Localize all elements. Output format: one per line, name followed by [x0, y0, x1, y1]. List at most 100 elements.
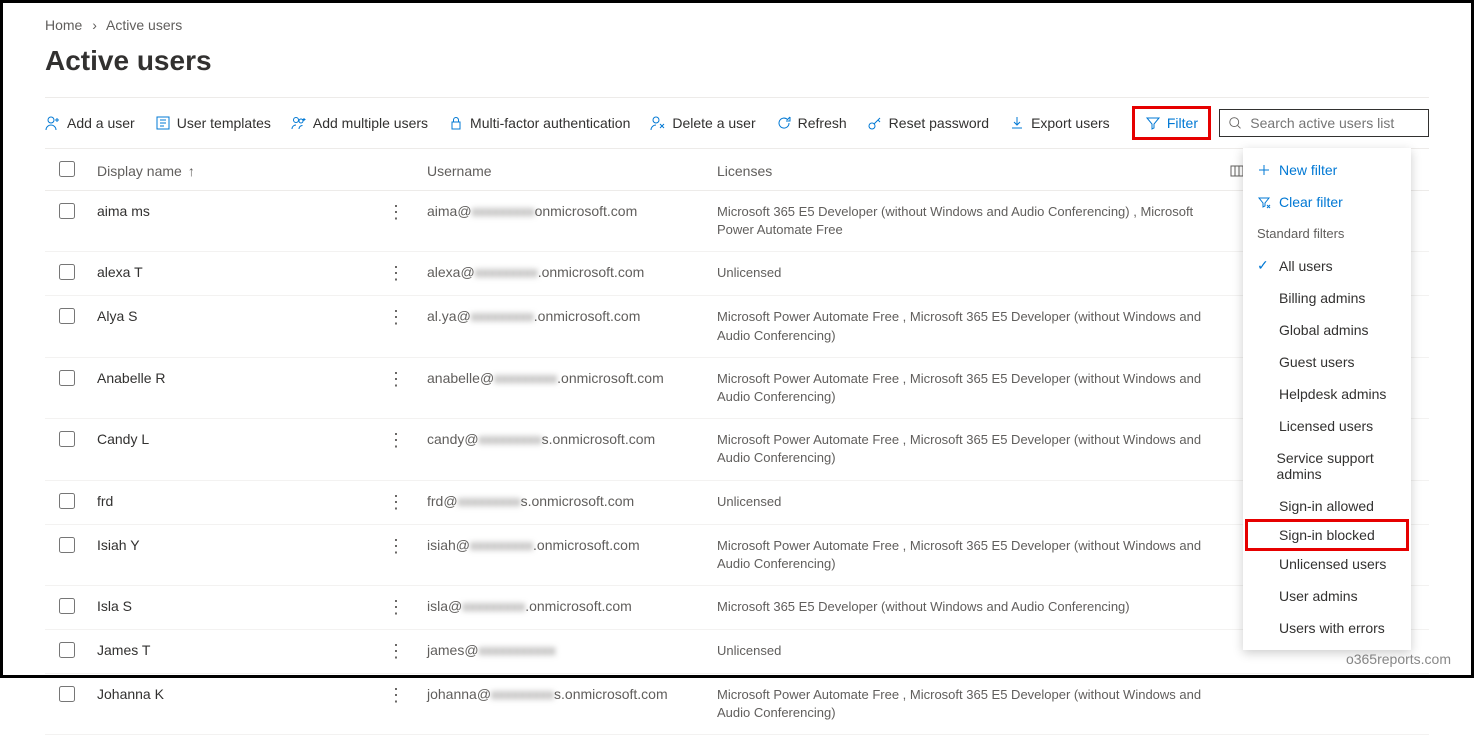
licenses-cell: Microsoft 365 E5 Developer (without Wind… — [717, 203, 1229, 239]
licenses-cell: Microsoft Power Automate Free , Microsof… — [717, 537, 1229, 573]
table-row[interactable]: aima ms⋮ aima@xxxxxxxxxonmicrosoft.comMic… — [45, 191, 1429, 252]
select-all-checkbox[interactable] — [59, 161, 75, 177]
col-username[interactable]: Username — [427, 163, 717, 179]
filter-option[interactable]: Global admins — [1243, 314, 1411, 346]
row-checkbox[interactable] — [59, 431, 75, 447]
row-checkbox[interactable] — [59, 493, 75, 509]
licenses-cell: Microsoft Power Automate Free , Microsof… — [717, 308, 1229, 344]
more-actions-button[interactable]: ⋮ — [387, 536, 405, 556]
sort-asc-icon: ↑ — [188, 163, 195, 179]
row-checkbox[interactable] — [59, 642, 75, 658]
display-name-cell: aima ms — [97, 203, 387, 219]
filter-option[interactable]: Users with errors — [1243, 612, 1411, 644]
reset-password-button[interactable]: Reset password — [867, 115, 989, 131]
table-row[interactable]: Candy L⋮candy@xxxxxxxxxs.onmicrosoft.com… — [45, 419, 1429, 480]
command-bar: Add a user User templates Add multiple u… — [45, 97, 1429, 149]
export-users-button[interactable]: Export users — [1009, 115, 1110, 131]
username-cell: isla@xxxxxxxxx.onmicrosoft.com — [427, 598, 717, 614]
user-templates-label: User templates — [177, 115, 271, 131]
display-name-cell: Anabelle R — [97, 370, 387, 386]
row-checkbox[interactable] — [59, 203, 75, 219]
more-actions-button[interactable]: ⋮ — [387, 492, 405, 512]
table-row[interactable]: Anabelle R⋮ anabelle@xxxxxxxxx.onmicrosof… — [45, 358, 1429, 419]
download-icon — [1009, 115, 1025, 131]
filter-option[interactable]: ✓All users — [1243, 249, 1411, 282]
filter-option[interactable]: Guest users — [1243, 346, 1411, 378]
table-row[interactable]: James T⋮james@xxxxxxxxxxxUnlicensed — [45, 630, 1429, 674]
filter-option[interactable]: Service support admins — [1243, 442, 1411, 490]
key-icon — [867, 115, 883, 131]
licenses-cell: Microsoft Power Automate Free , Microsof… — [717, 686, 1229, 722]
add-multiple-label: Add multiple users — [313, 115, 428, 131]
row-checkbox[interactable] — [59, 370, 75, 386]
table-row[interactable]: Isiah Y⋮isiah@xxxxxxxxx.onmicrosoft.comM… — [45, 525, 1429, 586]
username-cell: aima@xxxxxxxxxonmicrosoft.com — [427, 203, 717, 219]
username-cell: johanna@xxxxxxxxxs.onmicrosoft.com — [427, 686, 717, 702]
row-checkbox[interactable] — [59, 537, 75, 553]
table-row[interactable]: Johanna K⋮johanna@xxxxxxxxxs.onmicrosoft… — [45, 674, 1429, 735]
templates-icon — [155, 115, 171, 131]
username-cell: anabelle@xxxxxxxxx.onmicrosoft.com — [427, 370, 717, 386]
table-row[interactable]: Alya S⋮al.ya@xxxxxxxxx.onmicrosoft.comMi… — [45, 296, 1429, 357]
more-actions-button[interactable]: ⋮ — [387, 430, 405, 450]
clear-filter-button[interactable]: Clear filter — [1243, 186, 1411, 218]
licenses-cell: Microsoft Power Automate Free , Microsof… — [717, 431, 1229, 467]
mfa-button[interactable]: Multi-factor authentication — [448, 115, 630, 131]
row-checkbox[interactable] — [59, 598, 75, 614]
delete-user-label: Delete a user — [672, 115, 755, 131]
licenses-cell: Microsoft Power Automate Free , Microsof… — [717, 370, 1229, 406]
add-user-label: Add a user — [67, 115, 135, 131]
filter-option[interactable]: Sign-in blocked — [1245, 519, 1409, 551]
check-icon: ✓ — [1257, 257, 1271, 274]
table-row[interactable]: frd⋮frd@xxxxxxxxxs.onmicrosoft.comUnlice… — [45, 481, 1429, 525]
user-templates-button[interactable]: User templates — [155, 115, 271, 131]
filter-option[interactable]: User admins — [1243, 580, 1411, 612]
more-actions-button[interactable]: ⋮ — [387, 263, 405, 283]
filter-clear-icon — [1257, 195, 1271, 209]
more-actions-button[interactable]: ⋮ — [387, 369, 405, 389]
search-icon — [1228, 115, 1242, 131]
username-cell: alexa@xxxxxxxxx.onmicrosoft.com — [427, 264, 717, 280]
table-row[interactable]: alexa T⋮alexa@xxxxxxxxx.onmicrosoft.comU… — [45, 252, 1429, 296]
add-user-button[interactable]: Add a user — [45, 115, 135, 131]
filter-option[interactable]: Licensed users — [1243, 410, 1411, 442]
filter-button[interactable]: Filter — [1132, 106, 1211, 140]
display-name-cell: Candy L — [97, 431, 387, 447]
filter-option[interactable]: Billing admins — [1243, 282, 1411, 314]
breadcrumb-home[interactable]: Home — [45, 17, 82, 33]
filter-icon — [1145, 115, 1161, 131]
lock-icon — [448, 115, 464, 131]
plus-icon — [1257, 163, 1271, 177]
row-checkbox[interactable] — [59, 264, 75, 280]
row-checkbox[interactable] — [59, 686, 75, 702]
filter-option[interactable]: Unlicensed users — [1243, 548, 1411, 580]
display-name-cell: alexa T — [97, 264, 387, 280]
watermark: o365reports.com — [1346, 651, 1451, 667]
filter-option[interactable]: Sign-in allowed — [1243, 490, 1411, 522]
refresh-icon — [776, 115, 792, 131]
display-name-cell: Alya S — [97, 308, 387, 324]
search-input[interactable] — [1248, 114, 1420, 132]
more-actions-button[interactable]: ⋮ — [387, 641, 405, 661]
people-plus-icon — [291, 115, 307, 131]
search-wrapper — [1219, 109, 1429, 137]
display-name-cell: James T — [97, 642, 387, 658]
col-display-name[interactable]: Display name↑ — [97, 163, 387, 179]
table-row[interactable]: Isla S⋮isla@xxxxxxxxx.onmicrosoft.comMic… — [45, 586, 1429, 630]
more-actions-button[interactable]: ⋮ — [387, 202, 405, 222]
more-actions-button[interactable]: ⋮ — [387, 597, 405, 617]
add-multiple-users-button[interactable]: Add multiple users — [291, 115, 428, 131]
chevron-right-icon: › — [92, 17, 97, 33]
more-actions-button[interactable]: ⋮ — [387, 307, 405, 327]
new-filter-button[interactable]: New filter — [1243, 154, 1411, 186]
filter-option[interactable]: Helpdesk admins — [1243, 378, 1411, 410]
more-actions-button[interactable]: ⋮ — [387, 685, 405, 705]
page-title: Active users — [45, 45, 1429, 77]
row-checkbox[interactable] — [59, 308, 75, 324]
delete-user-button[interactable]: Delete a user — [650, 115, 755, 131]
refresh-button[interactable]: Refresh — [776, 115, 847, 131]
person-plus-icon — [45, 115, 61, 131]
username-cell: isiah@xxxxxxxxx.onmicrosoft.com — [427, 537, 717, 553]
col-licenses[interactable]: Licenses — [717, 163, 1229, 179]
display-name-cell: frd — [97, 493, 387, 509]
